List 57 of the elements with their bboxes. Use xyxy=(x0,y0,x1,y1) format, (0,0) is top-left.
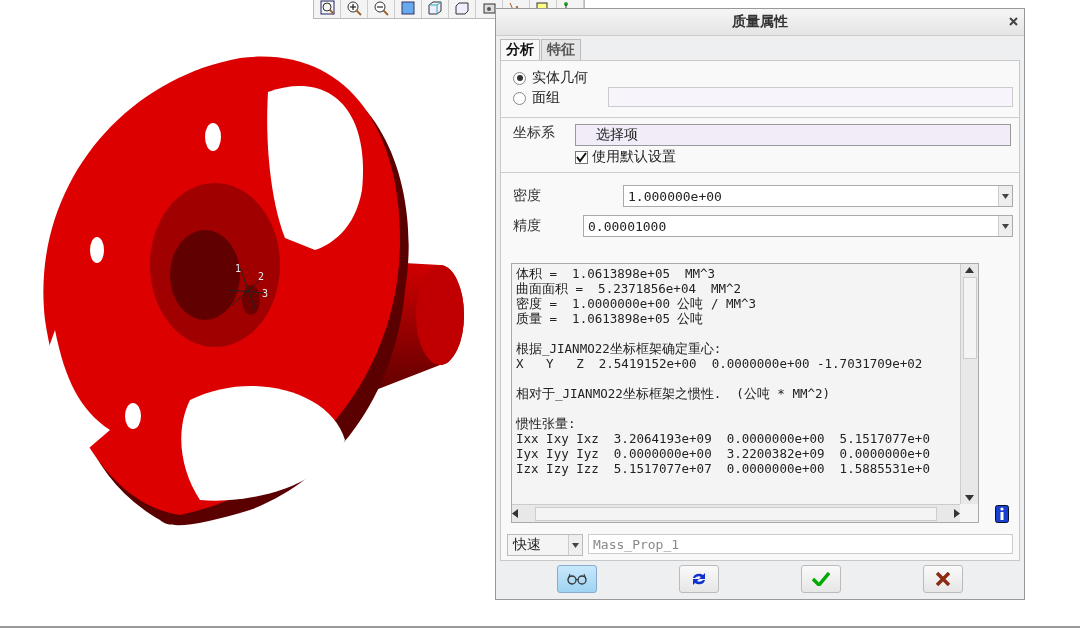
info-icon[interactable] xyxy=(995,505,1009,523)
glasses-icon xyxy=(567,573,587,585)
cancel-button[interactable] xyxy=(923,565,963,593)
caret-icon xyxy=(1002,223,1009,229)
zoom-out-icon[interactable] xyxy=(373,0,389,16)
precision-dropdown[interactable]: 0.00001000 xyxy=(583,215,1013,237)
camera-icon[interactable] xyxy=(481,0,497,16)
cube-icon[interactable] xyxy=(454,0,470,16)
left-arrow-icon[interactable] xyxy=(512,509,518,518)
quilt-field[interactable] xyxy=(608,87,1013,107)
density-dropdown[interactable]: 1.000000e+00 xyxy=(623,185,1013,207)
horizontal-scrollbar[interactable] xyxy=(512,504,960,522)
result-line: 根据_JIANMO22坐标框架确定重心: xyxy=(516,341,723,356)
preview-button[interactable] xyxy=(557,565,597,593)
caret-icon xyxy=(572,542,579,548)
result-line: Izx Izy Izz 5.1517077e+07 0.0000000e+00 1.5885531e+0 xyxy=(516,461,931,476)
result-line: 惯性张量: xyxy=(516,416,577,431)
result-line: Iyx Iyy Iyz 0.0000000e+00 3.2200382e+09 0.0000000e+0 xyxy=(516,446,931,461)
checkbox-label: 使用默认设置 xyxy=(592,148,676,166)
zoom-in-icon[interactable] xyxy=(346,0,362,16)
down-arrow-icon[interactable] xyxy=(965,495,974,501)
vertical-scrollbar[interactable] xyxy=(960,264,978,504)
checkbox[interactable] xyxy=(575,150,588,164)
result-line: 相对于_JIANMO22坐标框架之惯性. (公吨 * MM^2) xyxy=(516,386,832,401)
axis-label: 2 xyxy=(258,271,265,282)
result-line: 曲面面积 = 5.2371856e+04 MM^2 xyxy=(516,281,743,296)
axis-label: 1 xyxy=(235,263,242,274)
close-icon[interactable] xyxy=(1009,17,1018,26)
radio-label: 实体几何 xyxy=(532,69,588,87)
radio-button[interactable] xyxy=(513,91,526,105)
tab[interactable]: 特征 xyxy=(541,39,581,60)
field-label: 精度 xyxy=(513,217,542,235)
refresh-button[interactable] xyxy=(679,565,719,593)
result-line: 密度 = 1.0000000e+00 公吨 / MM^3 xyxy=(516,296,758,311)
mode-dropdown[interactable]: 快速 xyxy=(507,534,583,556)
field-label: 坐标系 xyxy=(513,124,555,142)
name-field[interactable]: Mass_Prop_1 xyxy=(588,534,1013,554)
checkmark-icon xyxy=(812,572,830,586)
result-line: X Y Z 2.5419152e+00 0.0000000e+00 -1.7031709e+02 xyxy=(516,356,924,371)
up-arrow-icon[interactable] xyxy=(965,267,974,273)
tab[interactable]: 分析 xyxy=(500,39,540,60)
ok-button[interactable] xyxy=(801,565,841,593)
magnifier-icon[interactable] xyxy=(319,0,335,16)
result-line: 质量 = 1.0613898e+05 公吨 xyxy=(516,311,705,326)
result-line: Ixx Ixy Ixz 3.2064193e+09 0.0000000e+00 5.1517077e+0 xyxy=(516,431,931,446)
radio-label: 面组 xyxy=(532,89,560,107)
axis-label: 3 xyxy=(262,288,269,299)
x-mark-icon xyxy=(936,572,950,586)
caret-icon xyxy=(1002,193,1009,199)
result-line: 体积 = 1.0613898e+05 MM^3 xyxy=(516,266,717,281)
refresh-arrows-icon xyxy=(690,571,708,587)
right-arrow-icon[interactable] xyxy=(954,509,960,518)
radio-button[interactable] xyxy=(513,71,526,85)
selection-field[interactable]: 选择项 xyxy=(575,124,1011,146)
sheet-icon[interactable] xyxy=(400,0,416,16)
dialog-title: 质量属性 xyxy=(732,13,788,31)
field-label: 密度 xyxy=(513,187,542,205)
